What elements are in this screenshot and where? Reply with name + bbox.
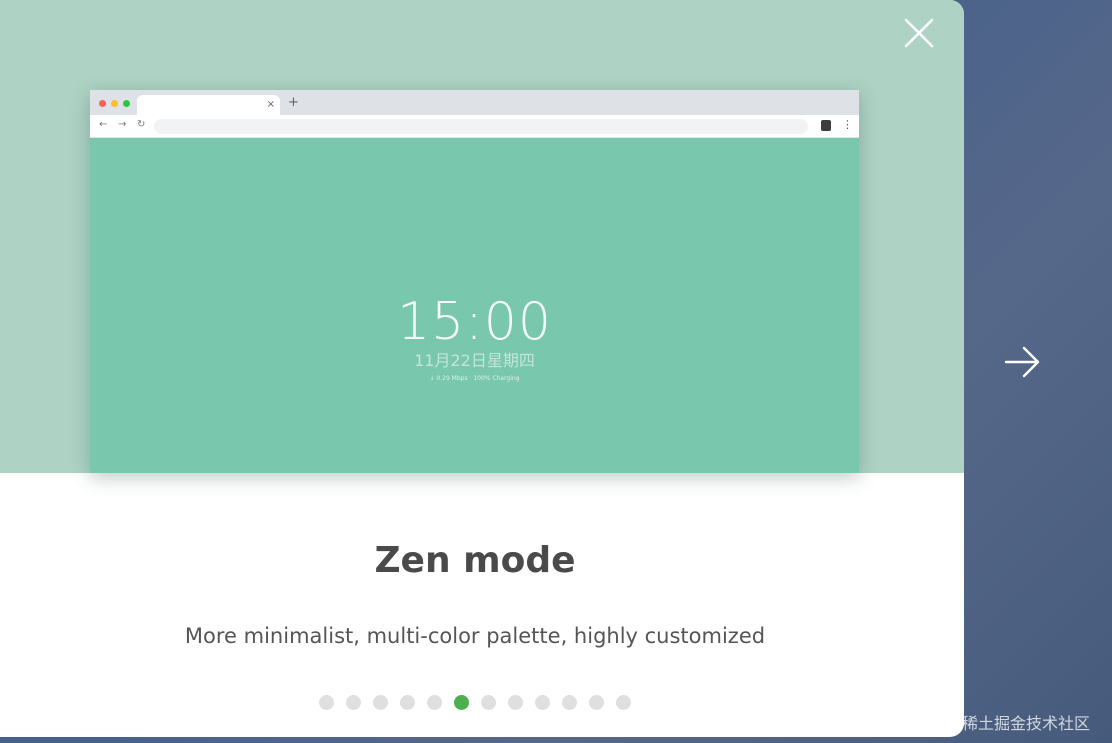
back-icon: ← <box>99 119 108 130</box>
pagination-dot[interactable] <box>562 695 577 710</box>
onboarding-modal: × + ← → ↻ ⋮ 15:00 11月22日星期四 ↓ 0.29 Mbps … <box>0 0 964 737</box>
pagination-dot-active[interactable] <box>454 695 469 710</box>
browser-menu-icon: ⋮ <box>842 118 853 131</box>
reload-icon: ↻ <box>137 119 146 130</box>
preview-status: ↓ 0.29 Mbps · 100% Charging <box>429 375 520 382</box>
preview-date: 11月22日星期四 <box>414 351 535 370</box>
arrow-right-icon <box>1004 346 1040 378</box>
close-button[interactable] <box>898 12 940 54</box>
slide-description: More minimalist, multi-color palette, hi… <box>184 624 766 648</box>
forward-icon: → <box>118 119 127 130</box>
preview-clock: 15:00 <box>90 292 859 352</box>
watermark: @稀土掘金技术社区 <box>946 714 1091 733</box>
browser-preview: × + ← → ↻ ⋮ 15:00 11月22日星期四 ↓ 0.29 Mbps … <box>90 90 859 473</box>
pagination-dot[interactable] <box>508 695 523 710</box>
pagination-dot[interactable] <box>616 695 631 710</box>
pagination-dot[interactable] <box>373 695 388 710</box>
clock-time-text: 15:00 <box>397 292 552 352</box>
slide-title: Zen mode <box>374 540 576 581</box>
hero-area: × + ← → ↻ ⋮ 15:00 11月22日星期四 ↓ 0.29 Mbps … <box>0 0 964 473</box>
pagination-dot[interactable] <box>427 695 442 710</box>
next-slide-button[interactable] <box>1000 340 1044 384</box>
pagination-dots <box>319 695 631 710</box>
pagination-dot[interactable] <box>319 695 334 710</box>
minimize-dot-icon <box>111 100 118 107</box>
browser-tabbar: × + <box>90 90 859 115</box>
pagination-dot[interactable] <box>346 695 361 710</box>
extension-icon <box>821 120 831 131</box>
pagination-dot[interactable] <box>589 695 604 710</box>
close-dot-icon <box>99 100 106 107</box>
pagination-dot[interactable] <box>535 695 550 710</box>
browser-toolbar: ← → ↻ ⋮ <box>90 115 859 138</box>
tab-close-icon: × <box>266 99 275 110</box>
browser-tab: × <box>137 95 280 115</box>
new-tab-icon: + <box>288 95 299 110</box>
pagination-dot[interactable] <box>400 695 415 710</box>
close-icon <box>904 18 934 48</box>
maximize-dot-icon <box>123 100 130 107</box>
pagination-dot[interactable] <box>481 695 496 710</box>
address-bar <box>154 119 808 134</box>
